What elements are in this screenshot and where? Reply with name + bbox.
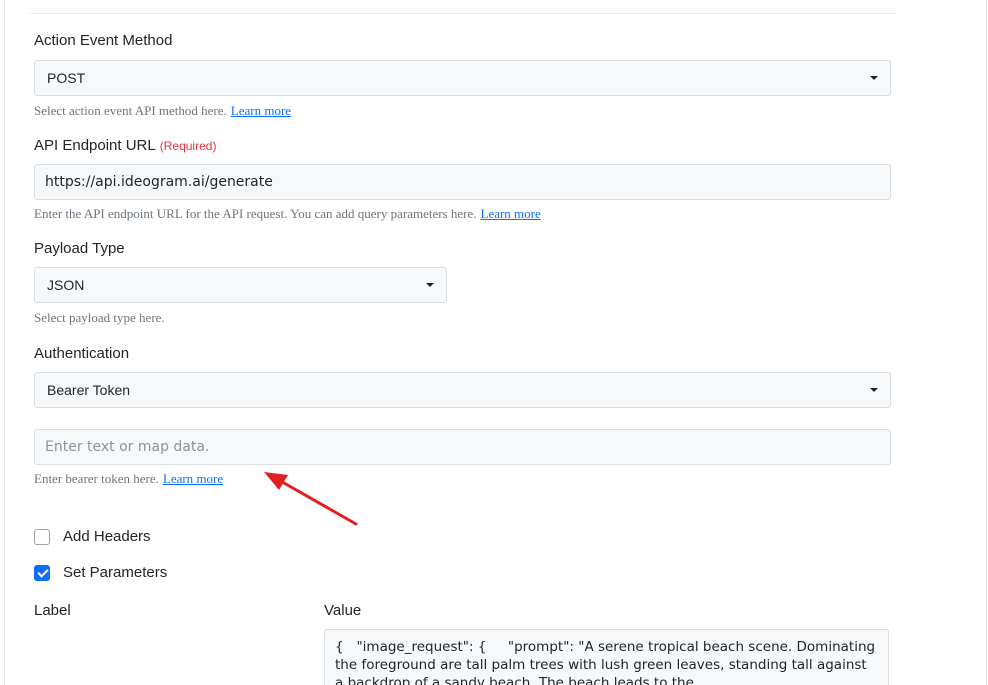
api-endpoint-help: Enter the API endpoint URL for the API r… — [34, 206, 541, 222]
panel-right-border — [986, 0, 987, 685]
payload-type-select[interactable]: JSON — [34, 267, 447, 303]
section-divider — [30, 13, 896, 14]
parameters-label-header: Label — [34, 602, 71, 619]
parameters-value-header: Value — [324, 602, 362, 619]
authentication-select[interactable]: Bearer Token — [34, 372, 891, 408]
annotation-arrow-icon — [264, 472, 358, 526]
authentication-label: Authentication — [34, 345, 130, 362]
chevron-down-icon — [870, 388, 878, 392]
action-event-method-select[interactable]: POST — [34, 60, 891, 96]
bearer-token-learn-more-link[interactable]: Learn more — [163, 471, 223, 486]
panel-left-border — [4, 0, 5, 685]
action-event-method-label: Action Event Method — [34, 32, 173, 49]
add-headers-option[interactable]: Add Headers — [34, 528, 151, 545]
parameter-value-textarea[interactable]: { "image_request": { "prompt": "A serene… — [324, 629, 889, 685]
bearer-token-input[interactable] — [34, 429, 891, 465]
bearer-token-help: Enter bearer token here. Learn more — [34, 471, 223, 487]
bearer-token-help-text: Enter bearer token here. — [34, 471, 159, 486]
api-endpoint-input[interactable] — [34, 164, 891, 200]
chevron-down-icon — [426, 283, 434, 287]
api-endpoint-learn-more-link[interactable]: Learn more — [481, 206, 541, 221]
action-event-method-help: Select action event API method here. Lear… — [34, 103, 291, 119]
required-indicator: (Required) — [159, 139, 217, 153]
set-parameters-option[interactable]: Set Parameters — [34, 564, 167, 581]
action-event-method-help-text: Select action event API method here. — [34, 103, 227, 118]
api-endpoint-label: API Endpoint URL (Required) — [34, 137, 216, 154]
set-parameters-label: Set Parameters — [63, 564, 168, 581]
action-event-method-learn-more-link[interactable]: Learn more — [231, 103, 291, 118]
authentication-value: Bearer Token — [47, 382, 131, 398]
set-parameters-checkbox[interactable] — [34, 564, 50, 581]
api-endpoint-help-text: Enter the API endpoint URL for the API r… — [34, 206, 477, 221]
add-headers-checkbox[interactable] — [34, 528, 50, 545]
chevron-down-icon — [870, 76, 878, 80]
add-headers-label: Add Headers — [63, 528, 151, 545]
payload-type-label: Payload Type — [34, 240, 125, 257]
action-event-method-value: POST — [47, 70, 86, 86]
api-endpoint-label-text: API Endpoint URL — [34, 137, 156, 154]
payload-type-value: JSON — [47, 277, 85, 293]
payload-type-help: Select payload type here. — [34, 310, 165, 325]
